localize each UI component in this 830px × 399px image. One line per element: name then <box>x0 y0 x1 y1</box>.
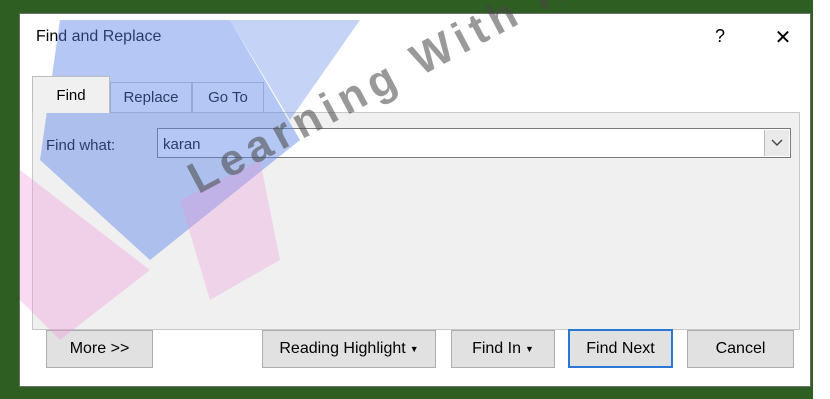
dropdown-caret-icon: ▼ <box>409 344 419 354</box>
close-icon: ✕ <box>774 26 792 49</box>
help-button[interactable]: ? <box>706 22 734 50</box>
find-what-label: Find what: <box>46 137 116 154</box>
tab-go-to[interactable]: Go To <box>192 82 264 112</box>
tab-replace[interactable]: Replace <box>110 82 192 112</box>
chevron-down-icon <box>771 139 783 146</box>
dropdown-caret-icon: ▼ <box>525 344 534 354</box>
find-what-input[interactable] <box>161 131 765 157</box>
reading-highlight-button[interactable]: Reading Highlight ▼ <box>262 330 436 368</box>
help-icon: ? <box>714 25 725 46</box>
tab-find-label: Find <box>56 86 86 104</box>
find-in-label: Find In <box>472 340 521 357</box>
tab-go-to-label: Go To <box>208 89 248 106</box>
cancel-button[interactable]: Cancel <box>687 330 794 368</box>
tab-find[interactable]: Find <box>32 76 110 113</box>
find-history-dropdown[interactable] <box>764 130 789 156</box>
find-next-button[interactable]: Find Next <box>568 329 673 368</box>
cancel-label: Cancel <box>715 340 766 357</box>
title-bar: Find and Replace ? ✕ <box>20 14 810 60</box>
tab-replace-label: Replace <box>123 89 179 106</box>
window-edge <box>813 0 830 399</box>
more-button-label: More >> <box>69 340 130 357</box>
reading-highlight-label: Reading Highlight <box>279 340 406 357</box>
find-replace-dialog: Find and Replace ? ✕ Find Replace Go To … <box>19 13 811 387</box>
find-in-button[interactable]: Find In ▼ <box>451 330 555 368</box>
find-what-combobox[interactable] <box>157 128 791 158</box>
more-button[interactable]: More >> <box>46 330 153 368</box>
find-next-label: Find Next <box>586 339 655 357</box>
dialog-title: Find and Replace <box>36 28 162 45</box>
close-button[interactable]: ✕ <box>768 22 798 52</box>
